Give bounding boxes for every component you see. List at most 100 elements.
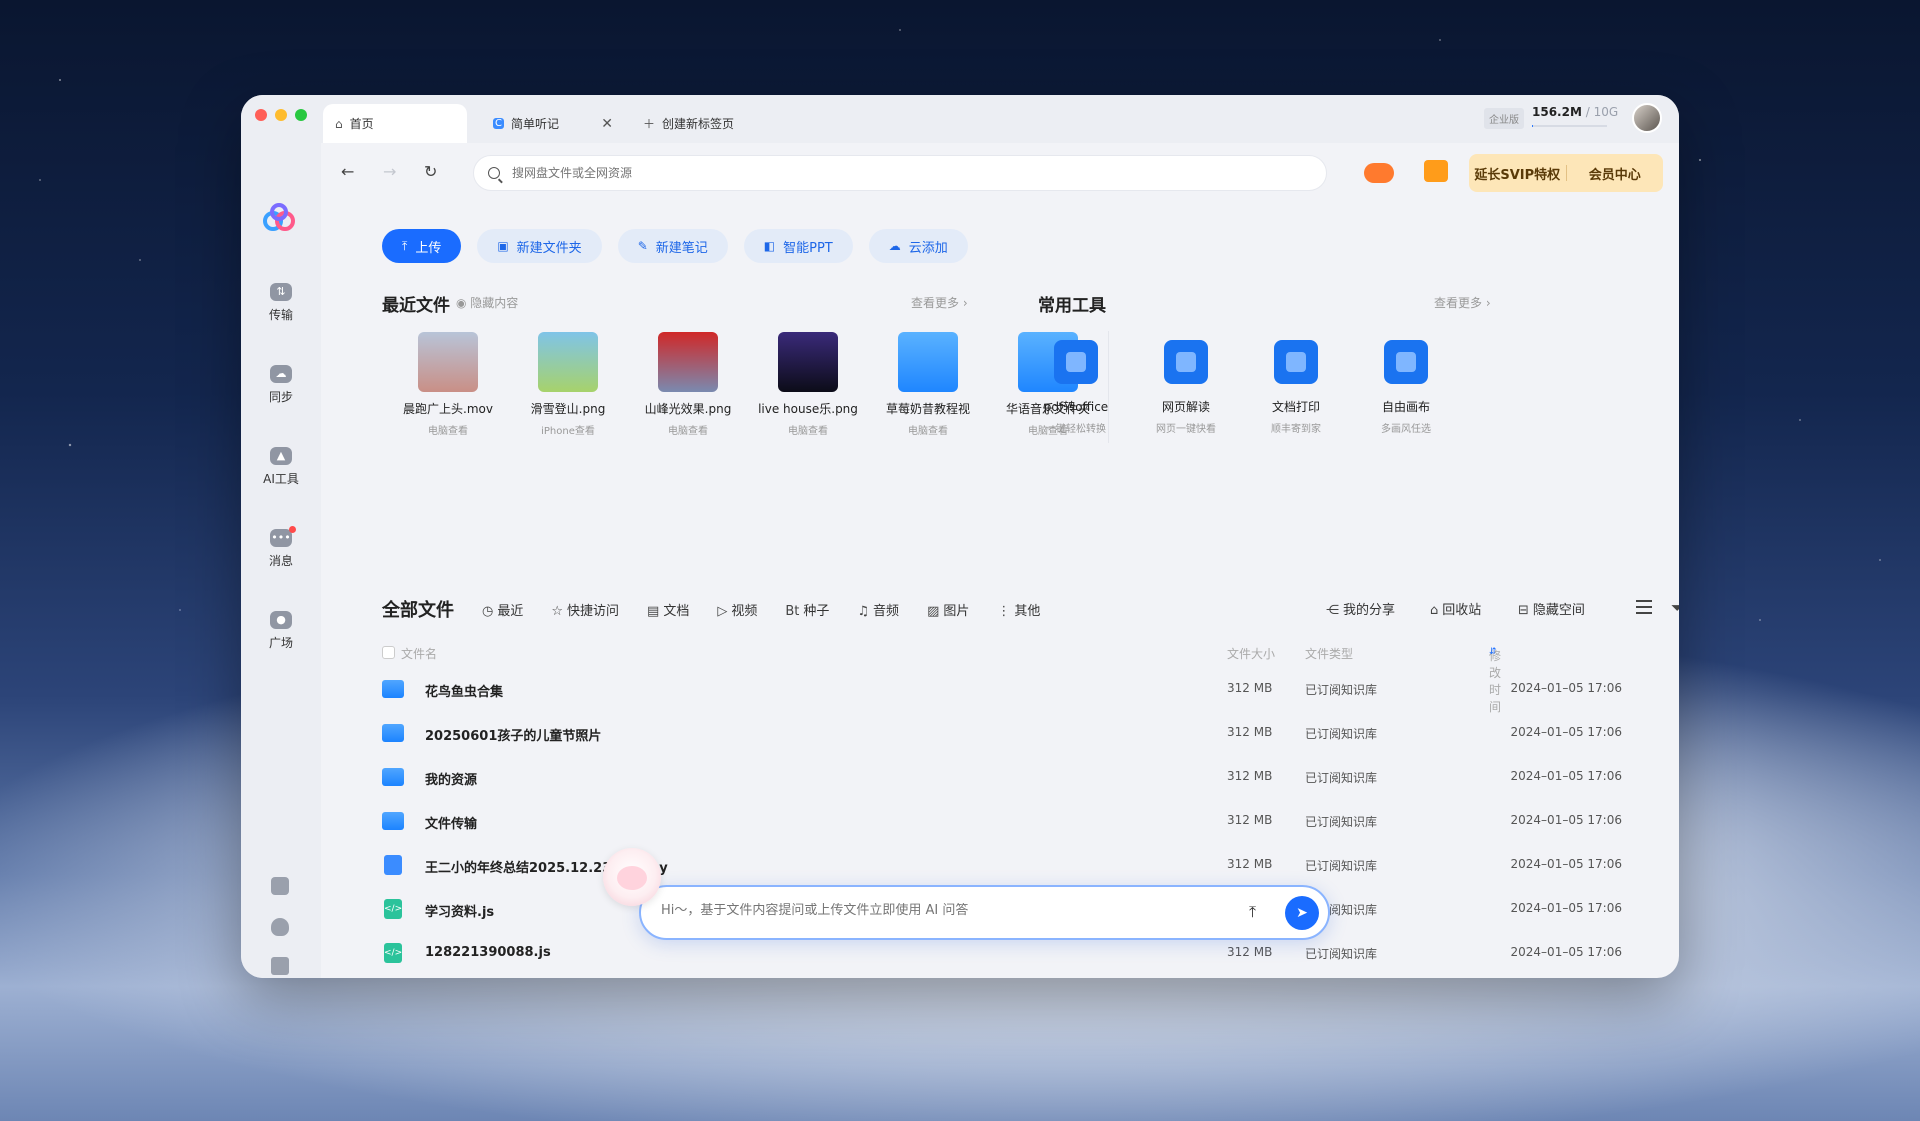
table-row[interactable]: 文件传输 312 MB 已订阅知识库 2024–01–05 17:06 bbox=[382, 799, 1622, 843]
app-logo[interactable] bbox=[261, 203, 297, 233]
device-icon[interactable] bbox=[271, 877, 289, 895]
tool-description: 网页一键快看 bbox=[1156, 424, 1216, 435]
file-type: 已订阅知识库 bbox=[1305, 771, 1378, 785]
back-button[interactable]: ← bbox=[341, 162, 354, 181]
button-label: 智能PPT bbox=[783, 240, 833, 256]
tool-item[interactable]: 网页解读网页一键快看 bbox=[1131, 332, 1241, 435]
cloud-add-button[interactable]: ☁ 云添加 bbox=[868, 229, 968, 263]
hide-content-button[interactable]: ◉ 隐藏内容 bbox=[456, 294, 518, 311]
avatar[interactable] bbox=[1632, 103, 1662, 133]
table-row[interactable]: 花鸟鱼虫合集 312 MB 已订阅知识库 2024–01–05 17:06 bbox=[382, 667, 1622, 711]
table-row[interactable]: </>128221390088.js312 MB已订阅知识库2024–01–05… bbox=[382, 975, 1622, 978]
recent-file-item[interactable]: 山峰光效果.png 电脑查看 bbox=[628, 332, 748, 437]
new-folder-button[interactable]: ▣ 新建文件夹 bbox=[477, 229, 602, 263]
file-filter-bar: 全部文件 ◷ 最近 ☆ 快捷访问 ▤ 文档 ▷ 视频 Bt 种子 ♫ 音频 ▨ 图片 ⋮ 其他 bbox=[382, 596, 1068, 622]
ai-mascot-icon[interactable] bbox=[603, 848, 661, 906]
tool-item[interactable]: pdf转office 一键轻松转换 bbox=[1021, 332, 1131, 435]
tool-item[interactable]: 自由画布 多画风任选 bbox=[1351, 332, 1461, 435]
apps-grid-icon[interactable] bbox=[271, 957, 289, 975]
eye-icon: ◉ bbox=[456, 296, 471, 310]
filter-other[interactable]: ⋮ 其他 bbox=[997, 600, 1040, 619]
column-name[interactable]: 文件名 bbox=[401, 645, 437, 662]
column-size[interactable]: 文件大小 bbox=[1227, 645, 1275, 662]
file-modified-time: 2024–01–05 17:06 bbox=[1510, 769, 1622, 783]
recent-file-source: iPhone查看 bbox=[541, 426, 595, 437]
tab-home[interactable]: ⌂ 首页 bbox=[323, 104, 467, 143]
minimize-window-button[interactable] bbox=[275, 109, 287, 121]
recent-file-item[interactable]: 滑雪登山.png iPhone查看 bbox=[508, 332, 628, 437]
sidebar-item-plaza[interactable]: ● 广场 bbox=[241, 611, 321, 651]
table-row[interactable]: 我的资源 312 MB 已订阅知识库 2024–01–05 17:06 bbox=[382, 755, 1622, 799]
filter-documents[interactable]: ▤ 文档 bbox=[647, 600, 689, 619]
file-type: 已订阅知识库 bbox=[1305, 727, 1378, 741]
recycle-bin-button[interactable]: ⌂ 回收站 bbox=[1430, 599, 1481, 618]
column-type[interactable]: 文件类型 bbox=[1305, 645, 1353, 662]
upload-button[interactable]: ⤒ 上传 bbox=[382, 229, 462, 263]
filter-funnel-icon[interactable]: ⏷ bbox=[1671, 598, 1679, 618]
table-row[interactable]: 王二小的年终总结2025.12.23回报.key 312 MB 已订阅知识库 2024… bbox=[382, 843, 1622, 887]
clock-icon: ◷ bbox=[482, 603, 494, 619]
file-thumbnail bbox=[538, 332, 598, 392]
sidebar-item-ai-tools[interactable]: ▲ AI工具 bbox=[241, 447, 321, 487]
recent-file-item[interactable]: 晨跑广上头.mov 电脑查看 bbox=[388, 332, 508, 437]
upload-file-icon[interactable]: ⤒ bbox=[1249, 902, 1256, 922]
smart-ppt-button[interactable]: ◧ 智能PPT bbox=[743, 229, 853, 263]
filter-quick-access[interactable]: ☆ 快捷访问 bbox=[551, 600, 619, 619]
filter-audio[interactable]: ♫ 音频 bbox=[857, 600, 899, 619]
tool-name: 网页解读 bbox=[1161, 400, 1210, 414]
tool-description: 多画风任选 bbox=[1381, 424, 1431, 435]
sidebar-item-sync[interactable]: ☁ 同步 bbox=[241, 365, 321, 405]
hidden-space-button[interactable]: ⊟ 隐藏空间 bbox=[1518, 599, 1585, 618]
gift-icon[interactable] bbox=[1424, 160, 1448, 182]
search-bar[interactable] bbox=[473, 155, 1327, 191]
maximize-window-button[interactable] bbox=[295, 109, 307, 121]
file-modified-time: 2024–01–05 17:06 bbox=[1510, 725, 1622, 739]
tools-view-more-link[interactable]: 查看更多 › bbox=[1434, 294, 1491, 311]
my-shares-button[interactable]: ⋲ 我的分享 bbox=[1326, 599, 1395, 618]
filter-recent[interactable]: ◷ 最近 bbox=[482, 600, 523, 619]
web-read-icon bbox=[1164, 340, 1208, 384]
file-name: 学习资料.js bbox=[425, 905, 495, 920]
filter-videos[interactable]: ▷ 视频 bbox=[717, 600, 757, 619]
shield-icon[interactable] bbox=[271, 918, 289, 936]
file-modified-time: 2024–01–05 17:06 bbox=[1510, 857, 1622, 871]
filter-torrents[interactable]: Bt 种子 bbox=[785, 600, 829, 619]
action-buttons: ⤒ 上传 ▣ 新建文件夹 ✎ 新建笔记 ◧ 智能PPT ☁ 云添加 bbox=[382, 229, 968, 263]
close-window-button[interactable] bbox=[255, 109, 267, 121]
search-input[interactable] bbox=[512, 166, 1212, 180]
tab-label: 简单听记 bbox=[510, 117, 559, 131]
member-center-button[interactable]: 会员中心 bbox=[1567, 164, 1664, 183]
table-row[interactable]: 20250601孩子的儿童节照片 312 MB 已订阅知识库 2024–01–05 1… bbox=[382, 711, 1622, 755]
extend-svip-button[interactable]: 延长SVIP特权 bbox=[1469, 164, 1566, 183]
send-button[interactable]: ➤ bbox=[1285, 896, 1319, 930]
tab-new[interactable]: ＋ 创建新标签页 bbox=[643, 104, 734, 143]
tab-simple-notes[interactable]: C 简单听记 ✕ bbox=[489, 104, 629, 143]
list-view-icon[interactable] bbox=[1636, 600, 1652, 614]
tool-item[interactable]: 文档打印 顺丰寄到家 bbox=[1241, 332, 1351, 435]
recent-file-item[interactable]: live house乐.png 电脑查看 bbox=[748, 332, 868, 437]
all-files-title: 全部文件 bbox=[382, 600, 454, 621]
tool-name: pdf转office bbox=[1043, 400, 1109, 414]
new-note-button[interactable]: ✎ 新建笔记 bbox=[617, 229, 728, 263]
select-all-checkbox[interactable] bbox=[382, 646, 395, 659]
filter-images[interactable]: ▨ 图片 bbox=[927, 600, 969, 619]
game-controller-icon[interactable] bbox=[1364, 163, 1394, 183]
folder-icon bbox=[382, 812, 404, 830]
filter-label: 音频 bbox=[873, 603, 900, 619]
storage-quota[interactable]: 156.2M / 10G bbox=[1532, 105, 1618, 119]
recent-file-source: 电脑查看 bbox=[668, 426, 708, 437]
recent-file-source: 电脑查看 bbox=[908, 426, 948, 437]
ai-question-input[interactable] bbox=[661, 903, 1181, 918]
file-size: 312 MB bbox=[1227, 813, 1273, 827]
refresh-button[interactable]: ↻ bbox=[424, 162, 437, 181]
lock-icon: ⊟ bbox=[1518, 603, 1529, 618]
file-modified-time: 2024–01–05 17:06 bbox=[1510, 945, 1622, 959]
sidebar-item-messages[interactable]: ••• 消息 bbox=[241, 526, 321, 569]
sidebar-item-transfer[interactable]: ⇅ 传输 bbox=[241, 283, 321, 323]
unread-dot bbox=[289, 526, 296, 533]
forward-button[interactable]: → bbox=[383, 162, 396, 181]
recent-file-item[interactable]: 草莓奶昔教程视 电脑查看 bbox=[868, 332, 988, 437]
common-tools-list: pdf转office 一键轻松转换 网页解读 网页一键快看 文档打印 顺丰寄到家 自由画布多… bbox=[1021, 332, 1461, 435]
recent-view-more-link[interactable]: 查看更多 › bbox=[911, 294, 968, 311]
close-tab-icon[interactable]: ✕ bbox=[601, 116, 613, 132]
